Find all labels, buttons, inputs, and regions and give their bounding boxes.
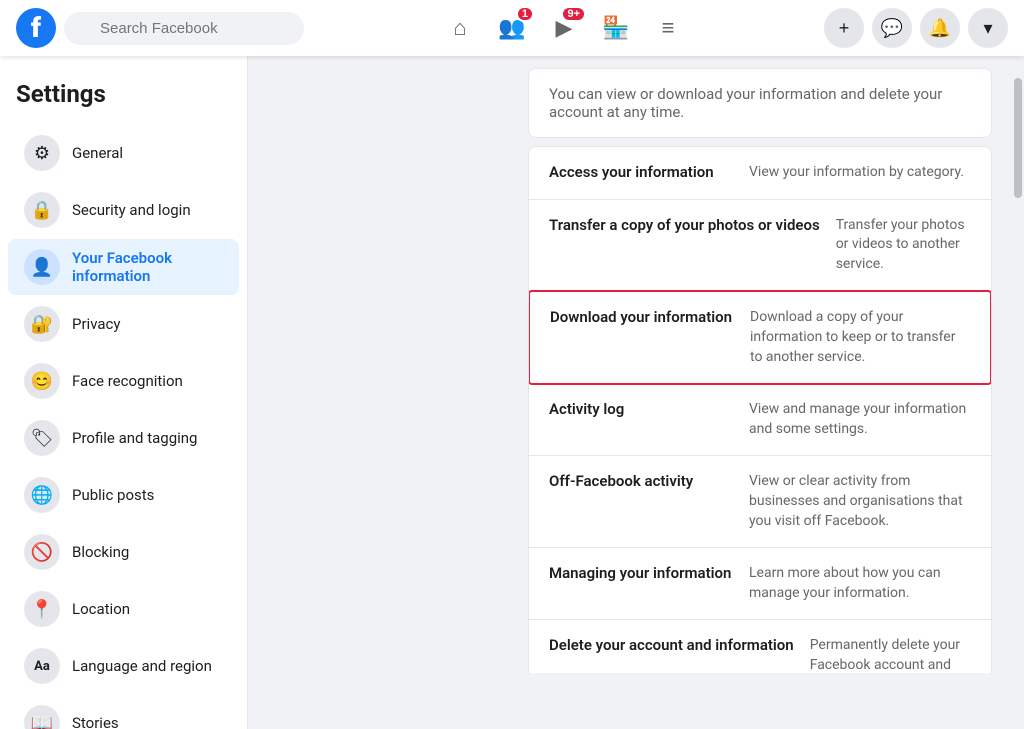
row-desc-delete-account: Permanently delete your Facebook account… [810,636,971,673]
sidebar-item-facebook-info[interactable]: 👤 Your Facebook information [8,239,239,295]
sidebar-item-face-recognition[interactable]: 😊 Face recognition [8,353,239,409]
scrollbar-track[interactable] [1012,56,1024,729]
nav-right: + 💬 🔔 ▾ [824,8,1008,48]
watch-badge: 9+ [561,6,586,22]
row-desc-access-info: View your information by category. [749,163,964,183]
sidebar-item-privacy[interactable]: 🔐 Privacy [8,296,239,352]
sidebar-item-label: Stories [72,714,119,729]
sidebar-item-location[interactable]: 📍 Location [8,581,239,637]
row-title-off-facebook: Off-Facebook activity [549,472,749,490]
sidebar-item-label: Face recognition [72,372,183,390]
friends-nav-button[interactable]: 👥1 [488,4,536,52]
face-recognition-icon: 😊 [24,363,60,399]
settings-row-delete-account[interactable]: Delete your account and information Perm… [529,620,991,673]
menu-nav-button[interactable]: ≡ [644,4,692,52]
sidebar-item-general[interactable]: ⚙ General [8,125,239,181]
sidebar-item-label: Privacy [72,315,120,333]
sidebar-item-label: Location [72,600,130,618]
sidebar-item-label: Your Facebook information [72,249,223,285]
sidebar-item-blocking[interactable]: 🚫 Blocking [8,524,239,580]
settings-section: Access your information View your inform… [528,146,992,673]
row-title-activity-log: Activity log [549,400,749,418]
main-content: Your Facebook information You can view o… [496,0,1024,673]
general-icon: ⚙ [24,135,60,171]
settings-row-download-info[interactable]: Download your information Download a cop… [528,290,992,385]
sidebar-item-label: General [72,144,123,162]
settings-row-managing-info[interactable]: Managing your information Learn more abo… [529,548,991,620]
row-title-access-info: Access your information [549,163,749,181]
sidebar-item-stories[interactable]: 📖 Stories [8,695,239,729]
notifications-nav-button[interactable]: 🔔 [920,8,960,48]
settings-row-access-info[interactable]: Access your information View your inform… [529,147,991,200]
row-desc-activity-log: View and manage your information and som… [749,400,971,439]
sidebar-item-security[interactable]: 🔒 Security and login [8,182,239,238]
scrollbar-thumb[interactable] [1014,78,1022,198]
watch-nav-button[interactable]: ▶9+ [540,4,588,52]
add-nav-button[interactable]: + [824,8,864,48]
row-desc-transfer-copy: Transfer your photos or videos to anothe… [836,216,971,275]
row-title-managing-info: Managing your information [549,564,749,582]
settings-row-activity-log[interactable]: Activity log View and manage your inform… [529,384,991,456]
row-desc-off-facebook: View or clear activity from businesses a… [749,472,971,531]
sidebar-item-label: Profile and tagging [72,429,197,447]
messenger-nav-button[interactable]: 💬 [872,8,912,48]
sidebar-item-language[interactable]: Aa Language and region [8,638,239,694]
language-icon: Aa [24,648,60,684]
facebook-logo[interactable]: f [16,8,56,48]
sidebar-item-label: Language and region [72,657,212,675]
row-desc-managing-info: Learn more about how you can manage your… [749,564,971,603]
info-text: You can view or download your informatio… [549,85,942,121]
sidebar-item-public-posts[interactable]: 🌐 Public posts [8,467,239,523]
privacy-icon: 🔐 [24,306,60,342]
sidebar-item-label: Blocking [72,543,129,561]
sidebar-item-profile-tagging[interactable]: 🏷 Profile and tagging [8,410,239,466]
location-icon: 📍 [24,591,60,627]
search-wrap: 🔍 [64,12,304,45]
settings-sidebar: Settings ⚙ General 🔒 Security and login … [0,56,248,729]
profile-tagging-icon: 🏷 [24,420,60,456]
public-posts-icon: 🌐 [24,477,60,513]
row-title-transfer-copy: Transfer a copy of your photos or videos [549,216,836,234]
info-card: You can view or download your informatio… [528,68,992,138]
home-nav-button[interactable]: ⌂ [436,4,484,52]
sidebar-item-label: Security and login [72,201,191,219]
top-navigation: f 🔍 ⌂ 👥1 ▶9+ 🏪 ≡ + 💬 🔔 ▾ [0,0,1024,56]
stories-icon: 📖 [24,705,60,729]
nav-center: ⌂ 👥1 ▶9+ 🏪 ≡ [312,4,816,52]
row-title-delete-account: Delete your account and information [549,636,810,654]
settings-row-off-facebook[interactable]: Off-Facebook activity View or clear acti… [529,456,991,548]
account-nav-button[interactable]: ▾ [968,8,1008,48]
security-icon: 🔒 [24,192,60,228]
row-desc-download-info: Download a copy of your information to k… [750,308,970,367]
settings-row-transfer-copy[interactable]: Transfer a copy of your photos or videos… [529,200,991,292]
marketplace-nav-button[interactable]: 🏪 [592,4,640,52]
sidebar-item-label: Public posts [72,486,154,504]
sidebar-title: Settings [0,72,247,124]
facebook-info-icon: 👤 [24,249,60,285]
row-title-download-info: Download your information [550,308,750,326]
friends-badge: 1 [516,6,534,22]
search-input[interactable] [64,12,304,45]
blocking-icon: 🚫 [24,534,60,570]
content-area: Your Facebook information You can view o… [248,0,1024,673]
